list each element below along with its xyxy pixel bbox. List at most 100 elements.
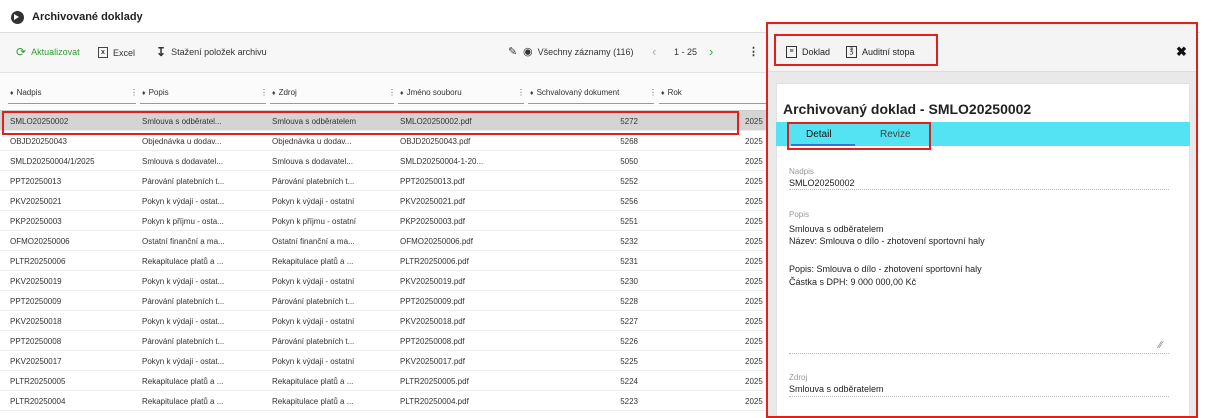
table-row[interactable]: PKV20250018 Pokyn k výdaji - ostat... Poky… [0, 311, 770, 331]
header-rok[interactable]: ♦ Rok [661, 88, 682, 97]
header-filter-line [528, 103, 654, 104]
table-cell: SMLD20250004-1-20... [400, 157, 484, 166]
doklad-button[interactable]: ≡ Doklad [786, 46, 830, 58]
close-icon[interactable]: ✖ [1176, 44, 1187, 60]
table-cell: Objednávka u dodav... [272, 137, 352, 146]
resize-handle-icon[interactable]: ∕∕ [1159, 340, 1162, 351]
clear-filter-button[interactable]: ✎ [508, 46, 518, 58]
table-cell: PKP20250003 [10, 217, 62, 226]
pager-label: 1 - 25 [674, 47, 698, 57]
header-filter-line [270, 103, 394, 104]
table-cell: Párování platebních t... [142, 337, 225, 346]
table-cell: PKV20250017.pdf [400, 357, 465, 366]
header-filter-line [8, 103, 136, 104]
header-schvalovany-dokument[interactable]: ♦ Schvalovaný dokument [530, 88, 619, 97]
column-menu-icon[interactable]: ⋮ [260, 88, 268, 97]
table-cell: 5251 [620, 217, 638, 226]
table-cell: PKV20250021 [10, 197, 62, 206]
tab-revize[interactable]: Revize [880, 129, 911, 140]
table-cell: 5268 [620, 137, 638, 146]
logo-icon [11, 11, 24, 24]
table-cell: 5225 [620, 357, 638, 366]
popis-line-1: Smlouva s odběratelem [789, 224, 884, 234]
column-menu-icon[interactable]: ⋮ [517, 88, 525, 97]
refresh-icon: ⟳ [16, 45, 27, 59]
excel-label: Excel [113, 47, 136, 58]
popis-line-4: Částka s DPH: 9 000 000,00 Kč [789, 277, 917, 287]
column-menu-icon[interactable]: ⋮ [130, 88, 138, 97]
table-cell: PKP20250003.pdf [400, 217, 465, 226]
table-cell: OBJD20250043.pdf [400, 137, 471, 146]
table-cell: Párování platebních t... [142, 297, 225, 306]
sort-icon: ♦ [10, 90, 14, 97]
table-cell: 5228 [620, 297, 638, 306]
detail-title: Archivovaný doklad - SMLO20250002 [783, 101, 1032, 117]
header-nadpis[interactable]: ♦ Nadpis [10, 88, 41, 97]
prev-page-button[interactable]: ‹ [652, 44, 656, 59]
table-row[interactable]: SMLD20250004/1/2025 Smlouva s dodavatel..… [0, 151, 770, 171]
table-row[interactable]: OBJD20250043 Objednávka u dodav... Objedná… [0, 131, 770, 151]
table-cell: PKV20250018.pdf [400, 317, 465, 326]
table-row[interactable]: PKV20250021 Pokyn k výdaji - ostat... Poky… [0, 191, 770, 211]
table-cell: OFMO20250006 [10, 237, 70, 246]
header-label: Nadpis [16, 88, 42, 97]
table-cell: SMLO20250002.pdf [400, 117, 472, 126]
table-cell: OBJD20250043 [10, 137, 67, 146]
table-cell: Rekapitulace platů a ... [142, 397, 224, 406]
excel-button[interactable]: x Excel [98, 47, 135, 58]
table-cell: PLTR20250004 [10, 397, 66, 406]
table-row[interactable]: PPT20250008 Párování platebních t... Párov… [0, 331, 770, 351]
field-divider [789, 353, 1169, 354]
filter-dropdown[interactable]: ◉ Všechny záznamy (116) [523, 47, 634, 58]
table-cell: Ostatní finanční a ma... [142, 237, 225, 246]
table-cell: Smlouva s odběratelem [272, 117, 357, 126]
header-popis[interactable]: ♦ Popis [142, 88, 169, 97]
audit-trail-button[interactable]: ℥ Auditní stopa [846, 46, 915, 58]
download-button[interactable]: ↧ Stažení položek archivu [156, 46, 267, 58]
refresh-button[interactable]: ⟳ Aktualizovat [16, 45, 80, 59]
table-row[interactable]: PLTR20250006 Rekapitulace platů a ... Reka… [0, 251, 770, 271]
zdroj-field[interactable]: Smlouva s odběratelem [789, 384, 884, 394]
table-row[interactable]: PPT20250013 Párování platebních t... Párov… [0, 171, 770, 191]
table-cell: Pokyn k výdaji - ostatní [272, 197, 355, 206]
table-cell: 5272 [620, 117, 638, 126]
page-title: Archivované doklady [32, 11, 143, 23]
table-cell: OFMO20250006.pdf [400, 237, 473, 246]
table-cell: PPT20250009 [10, 297, 62, 306]
table-row[interactable]: SMLO20250002 Smlouva s odběratel... Smlouv… [0, 111, 770, 131]
header-jmeno-souboru[interactable]: ♦ Jméno souboru [400, 88, 462, 97]
table-cell: PLTR20250004.pdf [400, 397, 469, 406]
table-cell: Rekapitulace platů a ... [142, 377, 224, 386]
table-row[interactable]: PPT20250009 Párování platebních t... Párov… [0, 291, 770, 311]
header-label: Jméno souboru [406, 88, 462, 97]
header-filter-line [140, 103, 266, 104]
nadpis-label: Nadpis [789, 167, 814, 176]
table-cell: Ostatní finanční a ma... [272, 237, 355, 246]
table-row[interactable]: PKV20250017 Pokyn k výdaji - ostat... Poky… [0, 351, 770, 371]
table-row[interactable]: PKP20250003 Pokyn k příjmu - osta... Pokyn… [0, 211, 770, 231]
table-cell: Rekapitulace platů a ... [272, 377, 354, 386]
table-row[interactable]: PLTR20250005 Rekapitulace platů a ... Reka… [0, 371, 770, 391]
column-menu-icon[interactable]: ⋮ [649, 88, 657, 97]
next-page-button[interactable]: › [709, 44, 713, 59]
table-row[interactable]: PLTR20250004 Rekapitulace platů a ... Reka… [0, 391, 770, 411]
table-cell: Pokyn k výdaji - ostat... [142, 277, 225, 286]
table-row[interactable]: OFMO20250006 Ostatní finanční a ma... Osta… [0, 231, 770, 251]
more-menu-button[interactable]: ⋮ [748, 45, 759, 58]
sort-icon: ♦ [661, 90, 665, 97]
header-zdroj[interactable]: ♦ Zdroj [272, 88, 297, 97]
refresh-label: Aktualizovat [31, 47, 80, 57]
table-cell: Smlouva s dodavatel... [142, 157, 223, 166]
active-tab-indicator [791, 144, 855, 146]
prev-icon: ‹ [652, 44, 657, 59]
tab-detail[interactable]: Detail [806, 129, 832, 140]
table-cell: SMLD20250004/1/2025 [10, 157, 95, 166]
sort-icon: ♦ [400, 90, 404, 97]
table-cell: Rekapitulace platů a ... [272, 397, 354, 406]
nadpis-field[interactable]: SMLO20250002 [789, 178, 855, 188]
table-row[interactable]: PKV20250019 Pokyn k výdaji - ostat... Poky… [0, 271, 770, 291]
eraser-icon: ✎ [508, 46, 518, 58]
table-cell: PLTR20250006.pdf [400, 257, 469, 266]
column-menu-icon[interactable]: ⋮ [388, 88, 396, 97]
records-grid: ♦ Nadpis ⋮ ♦ Popis ⋮ ♦ Zdroj ⋮ ♦ Jméno soubo… [0, 73, 770, 418]
